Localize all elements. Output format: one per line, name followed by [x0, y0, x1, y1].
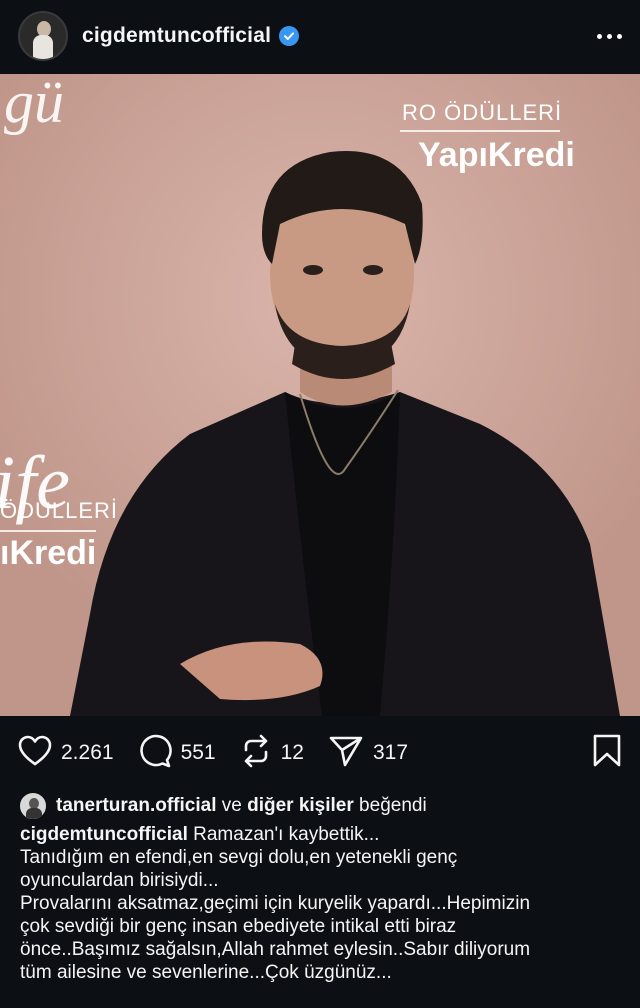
caption-line-3: Provalarını aksatmaz,geçimi için kuryeli… [20, 893, 531, 983]
comment-count: 551 [180, 741, 216, 764]
person-figure [70, 151, 620, 716]
liked-by-connector: ve [216, 795, 248, 816]
save-button[interactable] [592, 734, 622, 773]
caption-line-2: Tanıdığım en efendi,en sevgi dolu,en yet… [20, 847, 458, 891]
repost-icon [240, 734, 272, 773]
like-button[interactable]: 2.261 [18, 735, 114, 772]
repost-button[interactable]: 12 [240, 734, 304, 773]
avatar-body [33, 35, 53, 59]
post-photo[interactable]: gü RO ÖDÜLLERİ YapıKredi ife ÖDÜLLERİ ıK… [0, 74, 640, 716]
profile-avatar[interactable] [18, 11, 68, 61]
liked-by-suffix: beğendi [353, 795, 427, 816]
caption-author[interactable]: cigdemtuncofficial [20, 824, 188, 845]
liker-avatar[interactable] [18, 791, 48, 821]
post-username[interactable]: cigdemtuncofficial [82, 24, 271, 48]
comment-icon [138, 734, 172, 773]
heart-icon [18, 735, 52, 772]
like-count: 2.261 [61, 741, 114, 764]
post-header: cigdemtuncofficial [0, 0, 640, 72]
share-count: 317 [372, 741, 409, 764]
liker-username[interactable]: tanerturan.official [56, 795, 216, 817]
comment-button[interactable]: 551 [138, 734, 216, 773]
more-options-icon[interactable] [597, 26, 622, 47]
post-caption: cigdemtuncofficial Ramazan'ı kaybettik..… [20, 823, 624, 984]
repost-count: 12 [280, 741, 304, 764]
share-button[interactable]: 317 [328, 734, 408, 773]
liked-by-others[interactable]: diğer kişiler [247, 795, 354, 817]
caption-line-1: Ramazan'ı kaybettik... [187, 824, 380, 845]
verified-badge-icon [279, 26, 300, 46]
post-actions-bar: 2.261 551 12 317 [0, 724, 640, 782]
bookmark-icon [592, 734, 622, 772]
liked-by-line: tanerturan.official ve diğer kişiler beğ… [18, 790, 427, 822]
caption-first-line: cigdemtuncofficial Ramazan'ı kaybettik..… [20, 823, 624, 846]
send-icon [328, 734, 364, 773]
